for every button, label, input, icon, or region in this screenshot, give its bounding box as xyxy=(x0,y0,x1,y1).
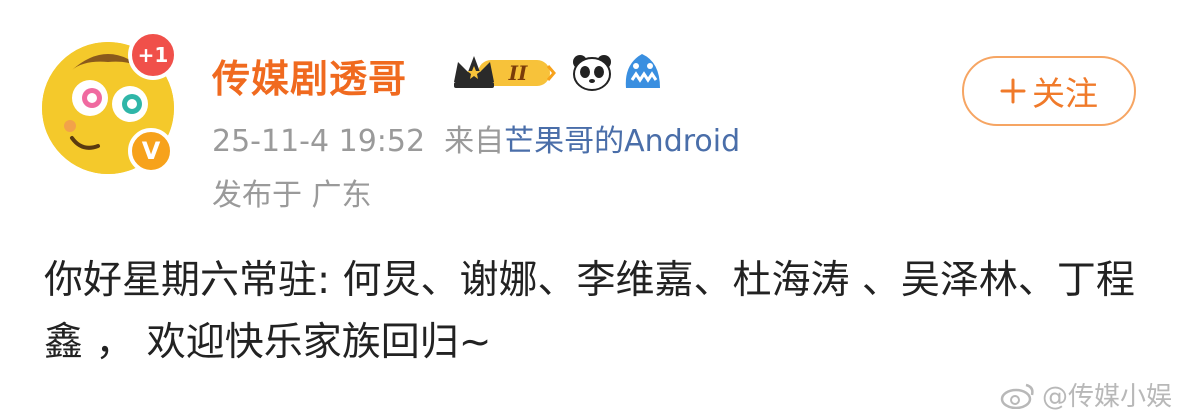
post-content: 你好星期六常驻: 何炅、谢娜、李维嘉、杜海涛 、吴泽林、丁程鑫 ， 欢迎快乐家族… xyxy=(44,258,1135,365)
source-prefix: 来自 xyxy=(444,124,505,159)
level-badge-text: II xyxy=(508,61,528,85)
shark-icon[interactable] xyxy=(620,50,666,92)
notification-badge: +1 xyxy=(128,30,178,80)
follow-label: 关注 xyxy=(1032,74,1098,113)
watermark-text: @传媒小娱 xyxy=(1042,382,1173,412)
watermark: @传媒小娱 xyxy=(1000,376,1172,413)
author-name[interactable]: 传媒剧透哥 xyxy=(212,48,407,103)
crown-level-badge-icon[interactable]: II xyxy=(450,52,560,92)
plus-icon xyxy=(1000,78,1026,104)
weibo-logo-icon xyxy=(1000,383,1034,409)
post-source-link[interactable]: 芒果哥的Android xyxy=(504,124,740,159)
post-meta: 25-11-4 19:52 来自芒果哥的Android xyxy=(212,116,740,160)
follow-button[interactable]: 关注 xyxy=(962,56,1136,126)
post-location: 发布于 广东 xyxy=(212,178,372,213)
post-timestamp: 25-11-4 19:52 xyxy=(212,124,426,159)
verified-badge: V xyxy=(128,128,174,174)
panda-icon[interactable] xyxy=(570,52,614,92)
